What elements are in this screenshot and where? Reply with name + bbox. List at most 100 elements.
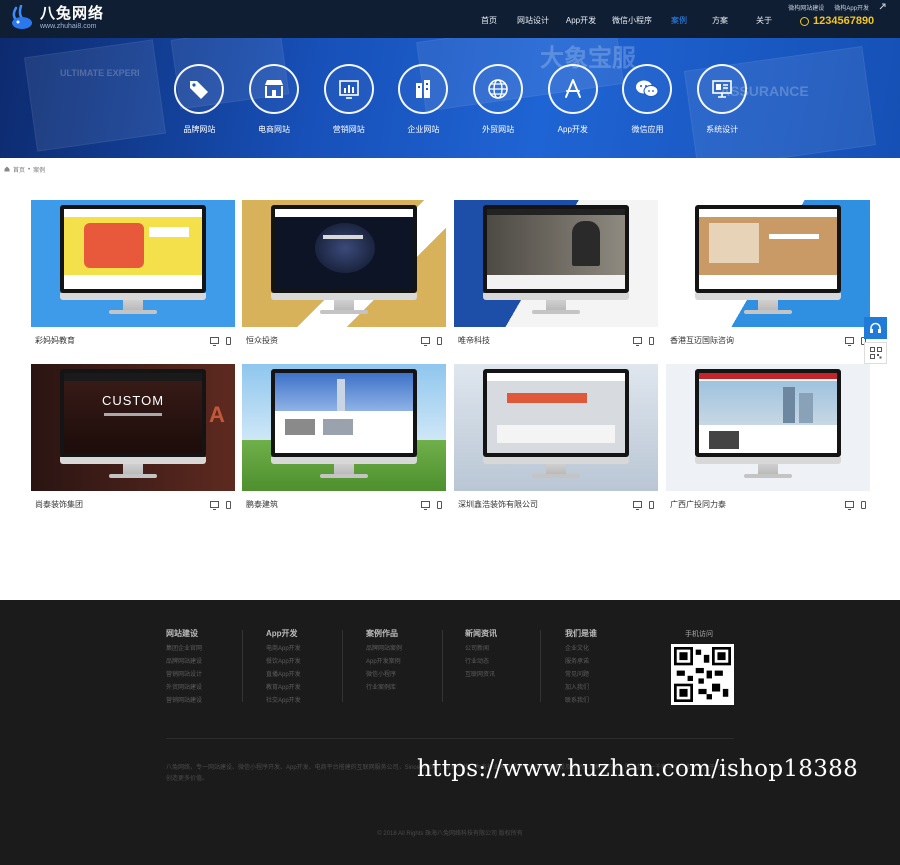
customer-service-button[interactable] xyxy=(864,317,887,339)
phone-icon xyxy=(800,16,809,26)
home-icon xyxy=(4,166,10,174)
case-title[interactable]: 深圳鑫浩装饰有限公司 xyxy=(458,499,538,510)
building-icon xyxy=(416,80,431,98)
case-thumbnail[interactable] xyxy=(242,364,446,491)
mobile-view-icon[interactable] xyxy=(649,336,654,345)
category-system-design[interactable]: 系统设计 xyxy=(685,64,760,135)
footer-link[interactable]: 教育App开发 xyxy=(266,682,301,695)
case-thumbnail[interactable] xyxy=(666,364,870,491)
case-thumbnail[interactable]: A CUSTOM xyxy=(31,364,235,491)
pc-view-icon[interactable] xyxy=(210,337,219,346)
footer-divider xyxy=(242,630,243,702)
nav-cases[interactable]: 案例 xyxy=(660,0,698,38)
top-links: 微构网站建设 微构App开发 xyxy=(788,3,886,12)
category-row: 品牌网站 电商网站 营销网站 企业网站 外贸网站 App开发 微信应用 系统设计 xyxy=(162,64,760,135)
footer-link[interactable]: 企业文化 xyxy=(565,643,597,656)
mobile-view-icon[interactable] xyxy=(437,336,442,345)
footer-link[interactable]: 行业动态 xyxy=(465,656,497,669)
case-thumbnail[interactable] xyxy=(454,200,658,327)
footer-link[interactable]: 公司新闻 xyxy=(465,643,497,656)
category-label: 电商网站 xyxy=(258,125,291,134)
footer-link[interactable]: 餐饮App开发 xyxy=(266,656,301,669)
nav-home[interactable]: 首页 xyxy=(470,0,508,38)
globe-icon xyxy=(488,79,508,99)
category-app-dev[interactable]: App开发 xyxy=(535,64,610,135)
nav-mini-program[interactable]: 微信小程序 xyxy=(604,0,660,38)
pc-view-icon[interactable] xyxy=(421,501,430,510)
case-thumbnail[interactable] xyxy=(454,364,658,491)
footer-link[interactable]: 常见问题 xyxy=(565,669,597,682)
category-foreign-trade-site[interactable]: 外贸网站 xyxy=(461,64,536,135)
footer-link[interactable]: 电商App开发 xyxy=(266,643,301,656)
footer-link[interactable]: 联系我们 xyxy=(565,695,597,708)
share-icon[interactable] xyxy=(879,3,886,12)
footer-link[interactable]: 微信小程序 xyxy=(366,669,402,682)
footer-link[interactable]: 营销网站建设 xyxy=(166,695,202,708)
app-store-icon xyxy=(564,79,581,98)
case-screen-text: CUSTOM xyxy=(101,393,165,408)
pc-view-icon[interactable] xyxy=(845,337,854,346)
footer-link[interactable]: 社交App开发 xyxy=(266,695,301,708)
category-label: 外贸网站 xyxy=(482,125,515,134)
breadcrumb: 首页 • 案例 xyxy=(4,165,45,174)
system-icon xyxy=(712,80,732,98)
nav-app-dev[interactable]: App开发 xyxy=(558,0,604,38)
mobile-view-icon[interactable] xyxy=(226,336,231,345)
case-card: 广西广投同力泰 xyxy=(666,364,870,518)
case-title[interactable]: 唯帝科技 xyxy=(458,335,490,346)
case-title[interactable]: 广西广投同力泰 xyxy=(670,499,726,510)
hotline: 1234567890 xyxy=(800,15,874,27)
qr-code-button[interactable] xyxy=(864,342,887,364)
top-link-web[interactable]: 微构网站建设 xyxy=(788,3,824,12)
case-title[interactable]: 尚泰装饰集团 xyxy=(35,499,83,510)
footer-column-title: App开发 xyxy=(266,629,298,638)
case-thumbnail[interactable] xyxy=(242,200,446,327)
footer-link[interactable]: 直播App开发 xyxy=(266,669,301,682)
case-title[interactable]: 鹏泰建筑 xyxy=(246,499,278,510)
case-title[interactable]: 彩妈妈教育 xyxy=(35,335,75,346)
footer-link[interactable]: 外贸网站建设 xyxy=(166,682,202,695)
breadcrumb-separator: • xyxy=(28,166,31,173)
logo[interactable]: 八兔网络 www.zhuhai8.com xyxy=(8,4,104,31)
rabbit-logo-icon xyxy=(8,4,36,31)
footer-link[interactable]: 行业案例库 xyxy=(366,682,402,695)
footer-column: App开发 电商App开发 餐饮App开发 直播App开发 教育App开发 社交… xyxy=(266,628,301,708)
nav-web-design[interactable]: 网站设计 xyxy=(508,0,558,38)
mobile-view-icon[interactable] xyxy=(649,500,654,509)
footer-link[interactable]: 品牌网站建设 xyxy=(166,656,202,669)
category-ecommerce-site[interactable]: 电商网站 xyxy=(237,64,312,135)
pc-view-icon[interactable] xyxy=(845,501,854,510)
nav-solutions[interactable]: 方案 xyxy=(698,0,742,38)
footer-link[interactable]: 品牌网站案例 xyxy=(366,643,402,656)
phone-number: 1234567890 xyxy=(813,15,875,27)
footer-link[interactable]: 服务承诺 xyxy=(565,656,597,669)
breadcrumb-current: 案例 xyxy=(33,168,46,174)
category-brand-site[interactable]: 品牌网站 xyxy=(162,64,237,135)
footer-divider xyxy=(442,630,443,702)
case-thumbnail[interactable] xyxy=(31,200,235,327)
footer-link[interactable]: 互联网资讯 xyxy=(465,669,497,682)
category-label: 品牌网站 xyxy=(183,125,216,134)
footer-link[interactable]: 营销网站设计 xyxy=(166,669,202,682)
case-title[interactable]: 香港互迈国际咨询 xyxy=(670,335,734,346)
top-link-app[interactable]: 微构App开发 xyxy=(834,3,869,12)
footer-link[interactable]: 加入我们 xyxy=(565,682,597,695)
category-marketing-site[interactable]: 营销网站 xyxy=(311,64,386,135)
case-card: 唯帝科技 xyxy=(454,200,658,354)
category-enterprise-site[interactable]: 企业网站 xyxy=(386,64,461,135)
breadcrumb-home[interactable]: 首页 xyxy=(13,165,25,174)
pc-view-icon[interactable] xyxy=(633,337,642,346)
nav-about[interactable]: 关于 xyxy=(742,0,786,38)
mobile-view-icon[interactable] xyxy=(226,500,231,509)
footer-link[interactable]: App开发案例 xyxy=(366,656,402,669)
category-wechat-app[interactable]: 微信应用 xyxy=(610,64,685,135)
footer-link[interactable]: 集团企业官网 xyxy=(166,643,202,656)
mobile-view-icon[interactable] xyxy=(437,500,442,509)
pc-view-icon[interactable] xyxy=(421,337,430,346)
pc-view-icon[interactable] xyxy=(210,501,219,510)
pc-view-icon[interactable] xyxy=(633,501,642,510)
case-title[interactable]: 恒众投资 xyxy=(246,335,278,346)
footer-column: 我们是谁 企业文化 服务承诺 常见问题 加入我们 联系我们 xyxy=(565,628,597,708)
case-thumbnail[interactable] xyxy=(666,200,870,327)
mobile-view-icon[interactable] xyxy=(861,500,866,509)
